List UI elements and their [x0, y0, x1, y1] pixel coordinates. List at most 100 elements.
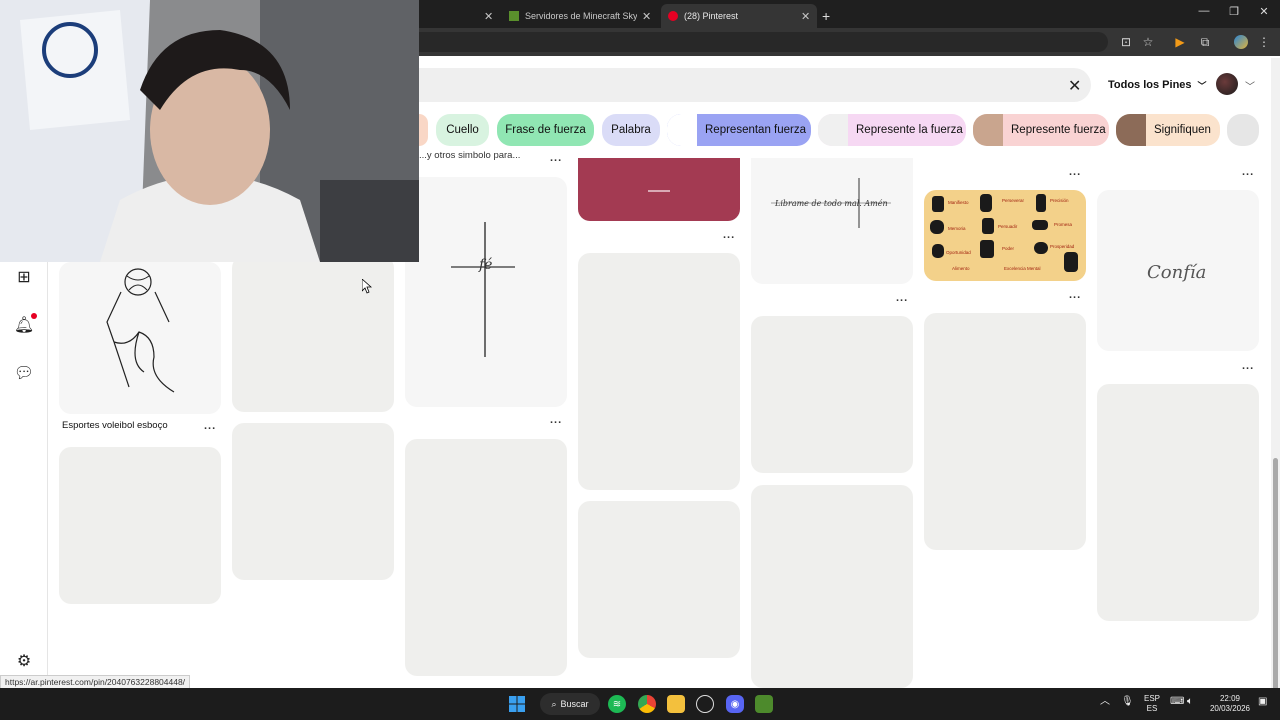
pin-placeholder[interactable] — [924, 313, 1086, 550]
more-options-icon[interactable]: ... — [723, 229, 735, 241]
clock[interactable]: 22:09 20/03/2026 — [1206, 694, 1254, 714]
tab-label: Servidores de Minecraft Skywar — [525, 11, 637, 21]
symbol-label: Prosperidad — [1050, 244, 1075, 249]
spotify-icon[interactable]: ≋ — [608, 695, 626, 713]
chip-thumbnail — [1116, 114, 1146, 146]
pin-placeholder[interactable] — [59, 447, 221, 604]
new-tab-button[interactable]: + — [822, 4, 836, 28]
pin-fe-cross[interactable]: fé — [405, 177, 567, 407]
microphone-icon[interactable]: 🎙︎ — [1121, 697, 1134, 707]
more-options-icon[interactable]: ... — [1242, 360, 1254, 372]
pin-title[interactable]: Esportes voleibol esboço — [62, 420, 168, 431]
extensions-puzzle-icon[interactable]: ⧉ — [1197, 34, 1213, 50]
chip-representan-fuerza[interactable]: Representan fuerza — [667, 114, 811, 146]
chip-frase-de-fuerza[interactable]: Frase de fuerza — [497, 114, 594, 146]
symbol-label: Excelencia Mental — [1004, 266, 1041, 271]
pin-confia[interactable]: Confía — [1097, 190, 1259, 351]
windows-start-icon[interactable] — [508, 695, 526, 713]
more-options-icon[interactable]: ... — [204, 420, 216, 432]
chip-label: Signifiquen — [1154, 124, 1211, 136]
gear-icon[interactable]: ⚙ — [14, 651, 34, 671]
bookmark-star-icon[interactable]: ☆ — [1140, 34, 1156, 50]
chip-label: Representan fuerza — [705, 124, 807, 136]
avatar[interactable] — [1216, 73, 1238, 95]
filter-label: Todos los Pines — [1108, 79, 1192, 91]
minimize-icon[interactable]: — — [1194, 5, 1214, 17]
pin-placeholder[interactable] — [405, 439, 567, 676]
file-explorer-icon[interactable] — [667, 695, 685, 713]
pin-placeholder[interactable] — [578, 501, 740, 658]
pin-placeholder[interactable] — [751, 316, 913, 473]
restore-icon[interactable]: ❐ — [1224, 5, 1244, 18]
profile-icon[interactable] — [1233, 34, 1249, 50]
pin-maroon[interactable] — [578, 158, 740, 221]
chip-thumbnail — [818, 114, 848, 146]
install-app-icon[interactable]: ⊡ — [1118, 34, 1134, 50]
close-icon[interactable]: ✕ — [801, 10, 810, 23]
search-input[interactable] — [419, 68, 1091, 102]
chevron-down-icon: ﹀ — [1197, 80, 1207, 91]
status-url-text: https://ar.pinterest.com/pin/20407632288… — [5, 677, 186, 687]
messages-icon[interactable]: 💬︎ — [14, 363, 34, 383]
pin-filter-dropdown[interactable]: Todos los Pines ﹀ — [1108, 72, 1207, 98]
clock-time: 22:09 — [1219, 694, 1241, 703]
chip-palabra[interactable]: Palabra — [602, 114, 660, 146]
more-options-icon[interactable]: ... — [1069, 289, 1081, 301]
chip-represente-la-fuerza[interactable]: Represente la fuerza — [818, 114, 966, 146]
chip-represente-fuerza[interactable]: Represente fuerza — [973, 114, 1109, 146]
chip-signifiquen[interactable]: Signifiquen — [1116, 114, 1220, 146]
page-scrollbar[interactable] — [1271, 58, 1280, 718]
more-options-icon[interactable]: ... — [896, 292, 908, 304]
tray-chevron-icon[interactable]: ︿ — [1100, 697, 1110, 707]
tab-pinterest[interactable]: (28) Pinterest ✕ — [661, 4, 817, 28]
clear-search-icon[interactable]: ✕ — [1068, 76, 1081, 96]
notifications-icon[interactable]: ▣ — [1258, 697, 1267, 707]
discord-icon[interactable]: ◉ — [726, 695, 744, 713]
extension-play-icon[interactable]: ▶ — [1172, 34, 1188, 50]
close-window-icon[interactable]: ✕ — [1254, 5, 1274, 18]
pin-title-partial[interactable]: ...y otros simbolo para... — [419, 150, 520, 161]
close-icon[interactable]: ✕ — [642, 10, 651, 23]
more-options-icon[interactable]: ... — [550, 152, 562, 164]
language-indicator[interactable]: ESP ES — [1143, 694, 1161, 714]
chrome-icon[interactable] — [638, 695, 656, 713]
chip-partial[interactable] — [419, 114, 428, 146]
more-options-icon[interactable]: ... — [1242, 166, 1254, 178]
webcam-overlay — [0, 0, 419, 262]
tab-previous[interactable]: ✕ — [470, 4, 500, 28]
kebab-menu-icon[interactable]: ⋮ — [1256, 34, 1272, 50]
obs-icon[interactable] — [696, 695, 714, 713]
tab-minecraft[interactable]: Servidores de Minecraft Skywar ✕ — [502, 4, 658, 28]
taskbar-search-button[interactable]: ⌕ Buscar — [540, 693, 600, 715]
script-text: Librame de todo mal. Amén — [774, 199, 888, 208]
more-options-icon[interactable]: ... — [1069, 166, 1081, 178]
pin-symbols[interactable]: Manifiesto Perseverar Precisión Memoria … — [924, 190, 1086, 281]
pin-voleibol[interactable] — [59, 262, 221, 414]
pin-script-cross[interactable]: Librame de todo mal. Amén — [751, 158, 913, 284]
chevron-down-icon[interactable]: ﹀ — [1245, 78, 1255, 93]
volume-icon[interactable]: 🔈︎ — [1187, 697, 1193, 707]
pin-placeholder[interactable] — [751, 485, 913, 688]
network-icon[interactable]: ⌨ — [1170, 697, 1184, 707]
minecraft-icon[interactable] — [755, 695, 773, 713]
close-icon[interactable]: ✕ — [484, 10, 493, 23]
chip-label: Represente fuerza — [1011, 124, 1106, 136]
pin-placeholder[interactable] — [232, 423, 394, 580]
chip-label: Cuello — [446, 124, 479, 136]
symbol-label: Manifiesto — [948, 200, 969, 205]
pin-placeholder[interactable] — [578, 253, 740, 490]
clock-date: 20/03/2026 — [1209, 704, 1251, 713]
chip-cuello[interactable]: Cuello — [436, 114, 489, 146]
more-options-icon[interactable]: ... — [550, 414, 562, 426]
create-plus-icon[interactable]: ⊞ — [14, 267, 34, 287]
pin-placeholder[interactable] — [1097, 384, 1259, 621]
symbol-label: Memoria — [948, 226, 966, 231]
chip-partial-right[interactable] — [1227, 114, 1259, 146]
scrollbar-thumb[interactable] — [1273, 458, 1278, 718]
tab-label: (28) Pinterest — [684, 11, 739, 21]
notification-dot — [31, 313, 37, 319]
signature-mark — [648, 190, 670, 192]
symbol-label: Persuadir — [998, 224, 1018, 229]
chip-thumbnail — [667, 114, 697, 146]
mouse-cursor-icon — [362, 279, 372, 294]
